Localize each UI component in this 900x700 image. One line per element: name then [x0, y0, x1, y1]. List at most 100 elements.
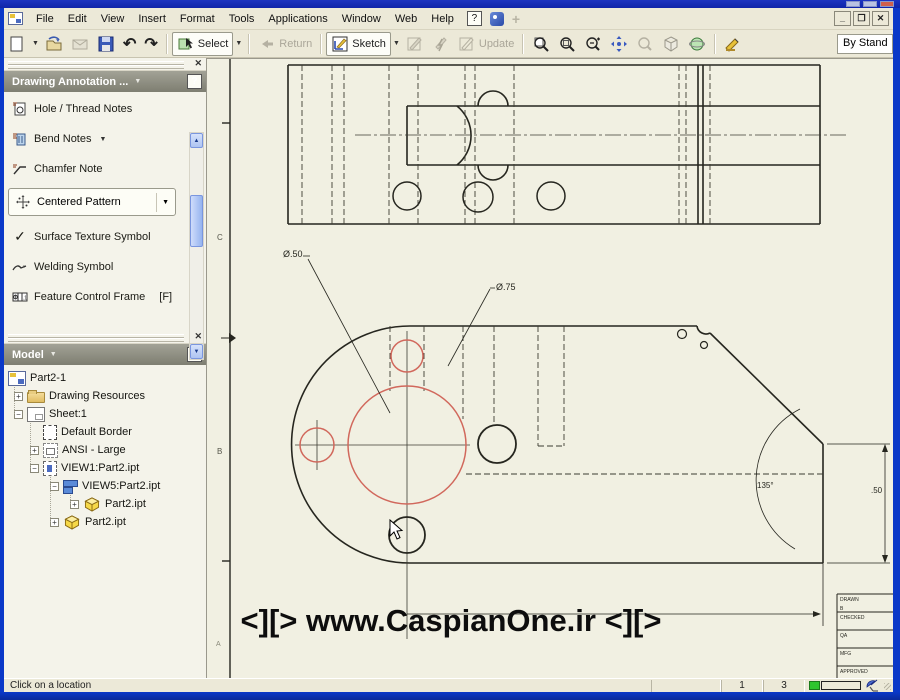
menu-bar: File Edit View Insert Format Tools Appli…: [4, 8, 893, 30]
style-button[interactable]: [720, 33, 746, 55]
tool-bend-notes[interactable]: Bend Notes ▼: [12, 128, 188, 150]
new-file-dropdown-icon[interactable]: ▼: [30, 40, 41, 47]
zoom-all-button[interactable]: [528, 33, 554, 55]
tree-item-part2-ipt[interactable]: + Part2.ipt: [8, 513, 206, 531]
tree-label: ANSI - Large: [62, 444, 126, 456]
front-view-outline[interactable]: [292, 326, 823, 563]
select-dropdown-icon[interactable]: ▼: [233, 40, 244, 47]
top-view-holes[interactable]: [393, 182, 565, 212]
child-minimize-button[interactable]: _: [834, 11, 851, 26]
orbit-button[interactable]: [684, 33, 710, 55]
tool-welding-symbol[interactable]: Welding Symbol: [12, 256, 188, 278]
title-block-checked: CHECKED: [840, 615, 865, 621]
return-icon: [258, 35, 276, 53]
collapse-icon[interactable]: −: [30, 464, 39, 473]
satellite-icon[interactable]: [865, 679, 881, 692]
standard-combo[interactable]: By Stand: [837, 34, 893, 54]
tree-item-drawing-resources[interactable]: + Drawing Resources: [8, 387, 206, 405]
tool-centered-pattern[interactable]: Centered Pattern ▼: [8, 188, 176, 216]
main-minimize-button[interactable]: [846, 1, 860, 7]
expand-icon[interactable]: +: [30, 446, 39, 455]
panel-grip[interactable]: ✕: [4, 58, 206, 71]
hole-thread-notes-icon: [12, 101, 28, 117]
menu-file[interactable]: File: [29, 10, 61, 28]
tree-item-default-border[interactable]: Default Border: [8, 423, 206, 441]
drawing-canvas[interactable]: C B A: [207, 58, 893, 678]
help-icon[interactable]: ?: [187, 74, 202, 89]
zoom-button[interactable]: [580, 33, 606, 55]
tool-chamfer-note[interactable]: Chamfer Note: [12, 158, 188, 180]
dimension-dia75[interactable]: Ø.75: [496, 282, 516, 292]
part-cube-icon: [83, 497, 101, 512]
dimension-dia50[interactable]: Ø.50: [283, 249, 303, 259]
expand-icon[interactable]: +: [14, 392, 23, 401]
save-button[interactable]: [93, 33, 119, 55]
annotation-panel-header[interactable]: Drawing Annotation ... ▼ ?: [4, 71, 206, 92]
dimension-angle[interactable]: 135°: [757, 481, 774, 490]
tool-hole-thread-notes[interactable]: Hole / Thread Notes: [12, 98, 188, 120]
bend-notes-icon: [12, 131, 28, 147]
panel-close-icon[interactable]: ✕: [194, 58, 202, 69]
main-restore-button[interactable]: [863, 1, 877, 7]
panel-close-icon[interactable]: ✕: [194, 331, 202, 342]
panel-dropdown-icon[interactable]: ▼: [50, 351, 57, 358]
scroll-down-icon[interactable]: ▼: [190, 344, 203, 359]
selected-circles[interactable]: [300, 340, 466, 504]
zoom-icon: [584, 35, 602, 53]
menu-tools[interactable]: Tools: [222, 10, 262, 28]
select-button[interactable]: Select: [172, 32, 234, 56]
menu-applications[interactable]: Applications: [261, 10, 334, 28]
help-icon[interactable]: ?: [467, 11, 482, 26]
redo-button[interactable]: ↷: [140, 32, 161, 56]
expand-icon[interactable]: +: [50, 518, 59, 527]
sketch-dropdown-icon[interactable]: ▼: [391, 40, 402, 47]
sketch-button[interactable]: Sketch: [326, 32, 391, 56]
model-panel-header[interactable]: Model ▼ ?: [4, 344, 206, 365]
scroll-thumb[interactable]: [190, 195, 203, 247]
menu-help[interactable]: Help: [424, 10, 461, 28]
open-button[interactable]: [41, 33, 67, 55]
collapse-icon[interactable]: −: [50, 482, 59, 491]
assistant-icon[interactable]: [490, 12, 504, 26]
tree-item-part2-ipt[interactable]: + Part2.ipt: [8, 495, 206, 513]
tool-feature-control-frame[interactable]: .1 Feature Control Frame [F]: [12, 286, 188, 308]
menu-web[interactable]: Web: [388, 10, 424, 28]
annotation-scrollbar[interactable]: ▲ ▼: [189, 132, 204, 360]
panel-grip[interactable]: ✕: [4, 331, 206, 344]
undo-button[interactable]: ↶: [119, 32, 140, 56]
top-view-outline[interactable]: [288, 65, 820, 224]
tree-item-part2-1[interactable]: Part2-1: [8, 369, 206, 387]
tree-item-sheet1[interactable]: − Sheet:1: [8, 405, 206, 423]
tool-surface-texture[interactable]: ✓ Surface Texture Symbol: [12, 226, 188, 248]
main-close-button[interactable]: [880, 1, 894, 7]
child-restore-button[interactable]: ❐: [853, 11, 870, 26]
new-file-button[interactable]: [4, 33, 30, 55]
bend-notes-dropdown-icon[interactable]: ▼: [97, 136, 108, 143]
expand-icon[interactable]: +: [70, 500, 79, 509]
pan-button[interactable]: [606, 33, 632, 55]
tree-item-view5[interactable]: − VIEW5:Part2.ipt: [8, 477, 206, 495]
panel-dropdown-icon[interactable]: ▼: [134, 78, 141, 85]
menu-view[interactable]: View: [94, 10, 132, 28]
status-message: Click on a location: [4, 680, 651, 691]
save-icon: [97, 35, 115, 53]
tree-item-ansi-large[interactable]: + ANSI - Large: [8, 441, 206, 459]
zoom-window-button[interactable]: [554, 33, 580, 55]
document-icon[interactable]: [8, 12, 23, 25]
menu-format[interactable]: Format: [173, 10, 222, 28]
centered-pattern-dropdown-icon[interactable]: ▼: [156, 193, 171, 212]
title-block: DRAWN B CHECKED QA MFG APPROVED: [837, 594, 893, 679]
menu-window[interactable]: Window: [335, 10, 388, 28]
menu-insert[interactable]: Insert: [131, 10, 173, 28]
scroll-up-icon[interactable]: ▲: [190, 133, 203, 148]
child-close-button[interactable]: ✕: [872, 11, 889, 26]
annotation-panel-title: Drawing Annotation ...: [12, 76, 128, 88]
collapse-icon[interactable]: −: [14, 410, 23, 419]
front-view-holes[interactable]: [389, 425, 516, 553]
tree-item-view1[interactable]: − VIEW1:Part2.ipt: [8, 459, 206, 477]
menu-edit[interactable]: Edit: [61, 10, 94, 28]
dimension-height[interactable]: .50: [871, 486, 883, 495]
resize-grip[interactable]: [881, 680, 893, 692]
mail-button: [67, 33, 93, 55]
isometric-view-button[interactable]: [658, 33, 684, 55]
